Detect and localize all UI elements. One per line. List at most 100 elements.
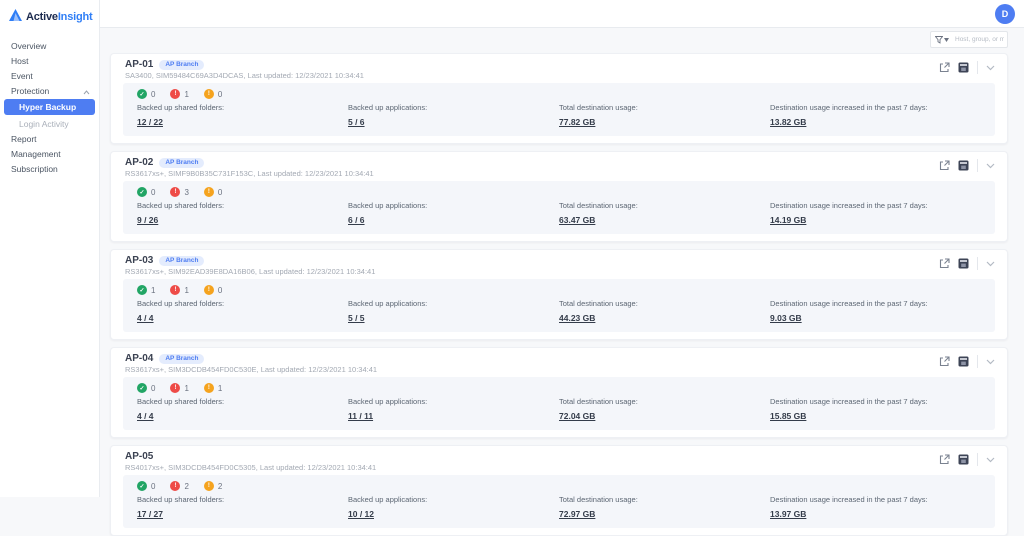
stat-value-link[interactable]: 72.04 GB bbox=[559, 412, 595, 421]
stat-label: Backed up shared folders: bbox=[137, 202, 348, 210]
sidebar-item-subscription[interactable]: Subscription bbox=[0, 161, 99, 176]
expand-button[interactable] bbox=[986, 457, 995, 463]
host-card: AP-03 AP Branch RS3617xs+, SIM92EAD39E8D… bbox=[110, 249, 1008, 340]
error-icon: ! bbox=[170, 481, 180, 491]
success-icon: ✓ bbox=[137, 383, 147, 393]
device-report-button[interactable] bbox=[958, 160, 969, 171]
stat-value-link[interactable]: 10 / 12 bbox=[348, 510, 374, 519]
sidebar-item-login-activity[interactable]: Login Activity bbox=[0, 116, 99, 131]
host-name: AP-01 bbox=[125, 59, 153, 70]
status-error: ! 1 bbox=[170, 285, 188, 295]
stats-row: Backed up shared folders: 4 / 4 Backed u… bbox=[137, 398, 981, 424]
open-external-button[interactable] bbox=[939, 454, 950, 465]
stat-value-link[interactable]: 12 / 22 bbox=[137, 118, 163, 127]
sidebar-item-label: Report bbox=[11, 134, 37, 144]
stats-row: Backed up shared folders: 12 / 22 Backed… bbox=[137, 104, 981, 130]
backup-summary-panel: ✓ 1 ! 1 ! 0 Backed up shared folders: 4 … bbox=[123, 279, 995, 332]
chevron-down-icon bbox=[986, 359, 995, 365]
sidebar-item-protection[interactable]: Protection bbox=[0, 83, 99, 98]
stat-value-link[interactable]: 9 / 26 bbox=[137, 216, 158, 225]
host-card: AP-02 AP Branch RS3617xs+, SIMF9B0B35C73… bbox=[110, 151, 1008, 242]
stat-column: Backed up shared folders: 17 / 27 bbox=[137, 496, 348, 522]
backup-summary-panel: ✓ 0 ! 1 ! 0 Backed up shared folders: 12… bbox=[123, 83, 995, 136]
card-header: AP-05 RS4017xs+, SIM3DCDB454FD0C5305, La… bbox=[111, 446, 1007, 475]
stat-label: Backed up applications: bbox=[348, 300, 559, 308]
stat-value-link[interactable]: 63.47 GB bbox=[559, 216, 595, 225]
open-external-button[interactable] bbox=[939, 62, 950, 73]
error-count: 3 bbox=[184, 188, 188, 197]
stat-column: Destination usage increased in the past … bbox=[770, 496, 981, 522]
chevron-down-icon bbox=[986, 261, 995, 267]
device-report-button[interactable] bbox=[958, 356, 969, 367]
expand-button[interactable] bbox=[986, 359, 995, 365]
stat-column: Backed up applications: 5 / 6 bbox=[348, 104, 559, 130]
divider bbox=[977, 159, 978, 172]
stat-value-link[interactable]: 77.82 GB bbox=[559, 118, 595, 127]
stat-label: Backed up applications: bbox=[348, 104, 559, 112]
sidebar-item-overview[interactable]: Overview bbox=[0, 38, 99, 53]
status-warning: ! 0 bbox=[204, 285, 222, 295]
status-ok: ✓ 0 bbox=[137, 89, 155, 99]
stat-column: Destination usage increased in the past … bbox=[770, 104, 981, 130]
open-external-button[interactable] bbox=[939, 258, 950, 269]
stat-value-link[interactable]: 4 / 4 bbox=[137, 314, 154, 323]
sidebar-item-label: Overview bbox=[11, 41, 46, 51]
card-header: AP-04 AP Branch RS3617xs+, SIM3DCDB454FD… bbox=[111, 348, 1007, 377]
expand-button[interactable] bbox=[986, 163, 995, 169]
stat-value-link[interactable]: 15.85 GB bbox=[770, 412, 806, 421]
warning-count: 0 bbox=[218, 90, 222, 99]
stat-value-link[interactable]: 44.23 GB bbox=[559, 314, 595, 323]
stat-value-link[interactable]: 13.82 GB bbox=[770, 118, 806, 127]
sidebar-item-label: Event bbox=[11, 71, 33, 81]
success-count: 0 bbox=[151, 90, 155, 99]
stat-value-link[interactable]: 5 / 6 bbox=[348, 118, 365, 127]
stat-column: Destination usage increased in the past … bbox=[770, 202, 981, 228]
stat-value-link[interactable]: 13.97 GB bbox=[770, 510, 806, 519]
stat-value-link[interactable]: 14.19 GB bbox=[770, 216, 806, 225]
stats-row: Backed up shared folders: 4 / 4 Backed u… bbox=[137, 300, 981, 326]
app-logo[interactable]: ActiveInsight bbox=[0, 0, 99, 38]
device-report-button[interactable] bbox=[958, 258, 969, 269]
user-avatar[interactable]: D bbox=[995, 4, 1015, 24]
sidebar-item-label: Hyper Backup bbox=[19, 102, 76, 112]
stat-value-link[interactable]: 11 / 11 bbox=[348, 412, 373, 421]
chevron-up-icon[interactable] bbox=[83, 87, 90, 97]
card-header: AP-02 AP Branch RS3617xs+, SIMF9B0B35C73… bbox=[111, 152, 1007, 181]
device-report-button[interactable] bbox=[958, 62, 969, 73]
warning-icon: ! bbox=[204, 481, 214, 491]
stat-column: Total destination usage: 77.82 GB bbox=[559, 104, 770, 130]
card-actions bbox=[939, 453, 995, 466]
stat-value-link[interactable]: 4 / 4 bbox=[137, 412, 154, 421]
open-external-button[interactable] bbox=[939, 356, 950, 367]
stat-value-link[interactable]: 5 / 5 bbox=[348, 314, 365, 323]
external-link-icon bbox=[939, 62, 950, 73]
sidebar-item-hyper-backup[interactable]: Hyper Backup bbox=[4, 99, 95, 115]
stat-value-link[interactable]: 72.97 GB bbox=[559, 510, 595, 519]
warning-count: 0 bbox=[218, 286, 222, 295]
warning-count: 1 bbox=[218, 384, 222, 393]
status-error: ! 3 bbox=[170, 187, 188, 197]
sidebar-item-host[interactable]: Host bbox=[0, 53, 99, 68]
filter-funnel-icon[interactable] bbox=[935, 36, 949, 44]
stat-value-link[interactable]: 9.03 GB bbox=[770, 314, 802, 323]
expand-button[interactable] bbox=[986, 261, 995, 267]
error-count: 1 bbox=[184, 286, 188, 295]
filter-input[interactable] bbox=[953, 33, 1006, 46]
open-external-button[interactable] bbox=[939, 160, 950, 171]
external-link-icon bbox=[939, 160, 950, 171]
expand-button[interactable] bbox=[986, 65, 995, 71]
stat-label: Destination usage increased in the past … bbox=[770, 496, 981, 504]
filter-row bbox=[110, 31, 1008, 48]
sidebar-item-event[interactable]: Event bbox=[0, 68, 99, 83]
stat-value-link[interactable]: 6 / 6 bbox=[348, 216, 365, 225]
sidebar-item-label: Protection bbox=[11, 86, 49, 96]
topbar: D bbox=[100, 0, 1024, 28]
host-card: AP-04 AP Branch RS3617xs+, SIM3DCDB454FD… bbox=[110, 347, 1008, 438]
stats-row: Backed up shared folders: 9 / 26 Backed … bbox=[137, 202, 981, 228]
sidebar-item-management[interactable]: Management bbox=[0, 146, 99, 161]
stat-label: Destination usage increased in the past … bbox=[770, 300, 981, 308]
sidebar-item-report[interactable]: Report bbox=[0, 131, 99, 146]
device-report-button[interactable] bbox=[958, 454, 969, 465]
status-warning: ! 0 bbox=[204, 187, 222, 197]
stat-value-link[interactable]: 17 / 27 bbox=[137, 510, 163, 519]
